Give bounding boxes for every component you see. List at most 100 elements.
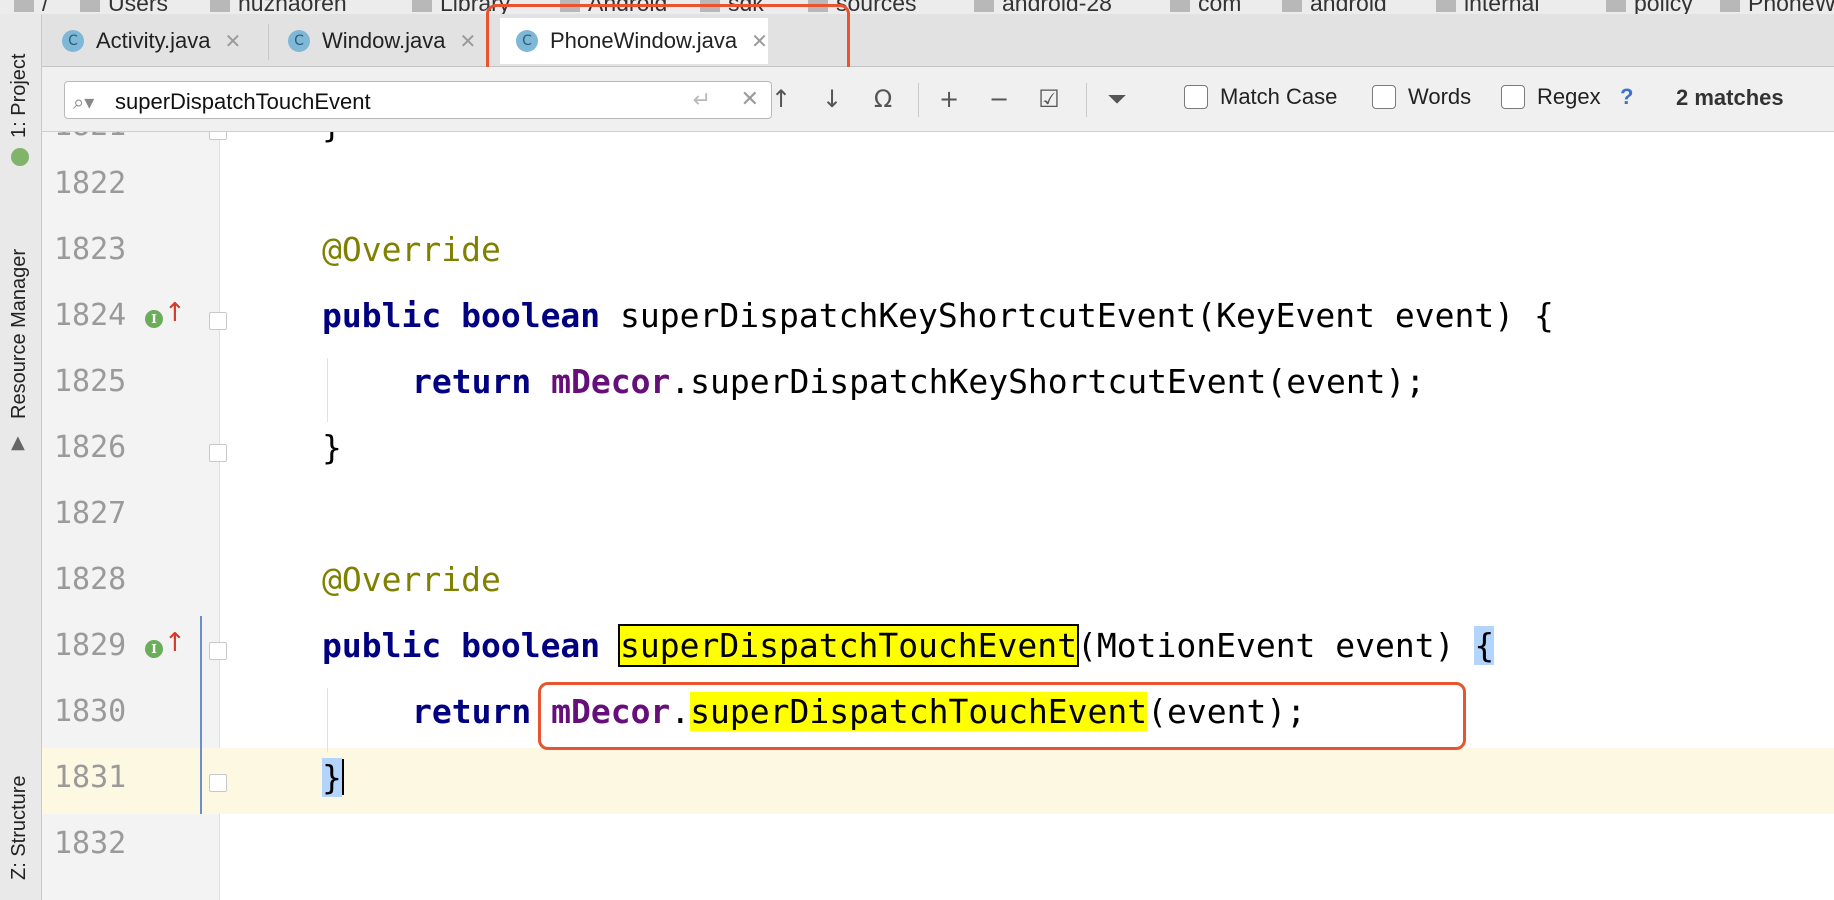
breadcrumb-item-root[interactable]: / [14,0,48,14]
breadcrumb-item-users[interactable]: Users [80,0,168,14]
line-number: 1821 [54,132,126,143]
code-line-1824: public boolean superDispatchKeyShortcutE… [322,296,1554,335]
fold-marker[interactable] [209,312,227,330]
class-icon [1720,0,1740,12]
code-line-1831: } [322,758,344,797]
breadcrumb-item-android-pkg[interactable]: android [1282,0,1387,14]
code-line-1828: @Override [322,560,501,599]
resource-manager-tool-button[interactable]: Resource Manager [8,249,31,419]
matched-brace: } [322,758,342,797]
code-editor[interactable]: 1821 1822 1823 1824 1825 1826 1827 1828 … [42,132,1834,900]
keyword: boolean [461,296,601,335]
code-line-1823: @Override [322,230,501,269]
breadcrumb-item-policy[interactable]: policy [1606,0,1693,14]
close-icon[interactable]: ✕ [460,29,477,53]
code-line-1829: public boolean superDispatchTouchEvent(M… [322,624,1495,667]
close-icon[interactable]: ✕ [225,29,242,53]
clear-icon[interactable]: ✕ [741,87,759,112]
line-number: 1823 [54,232,127,267]
implements-icon[interactable]: I [145,640,163,658]
regex-label: Regex [1537,84,1601,109]
field-reference: mDecor [551,362,671,401]
filter-icon[interactable]: ⏷ [1100,82,1134,116]
folder-icon [1282,0,1302,12]
folder-icon [210,0,230,12]
select-all-occurrences-button[interactable]: Ω [866,82,900,116]
add-occurrence-button[interactable]: + [932,82,966,116]
keyword: return [412,692,532,731]
code-text: superDispatchKeyShortcutEvent(KeyEvent e… [600,296,1554,335]
tab-divider [268,24,269,60]
android-icon [11,148,29,166]
breadcrumb-item-phonewindow[interactable]: PhoneWindow [1720,0,1834,14]
tab-label: Window.java [322,28,446,53]
text-caret [341,759,344,795]
folder-icon [14,0,34,12]
tab-activity-java[interactable]: C Activity.java ✕ [56,18,274,64]
override-arrow-icon[interactable]: ↑ [164,628,186,658]
indent-guide [327,688,328,752]
breadcrumb-item-com[interactable]: com [1170,0,1241,14]
code-line-1826: } [322,428,342,467]
keyword: return [412,362,532,401]
previous-occurrence-button[interactable]: ↑ [764,82,798,116]
breadcrumb: / Users huzhaoren Library Android sdk so… [0,0,1834,15]
regex-checkbox[interactable]: Regex [1501,84,1601,110]
override-arrow-icon[interactable]: ↑ [164,298,186,328]
keyword: public [322,626,442,665]
folder-icon [1170,0,1190,12]
tab-label: Activity.java [96,28,211,53]
code-line: } [322,132,342,145]
fold-marker[interactable] [209,642,227,660]
regex-help-link[interactable]: ? [1620,84,1633,110]
line-number: 1826 [54,430,127,465]
words-label: Words [1408,84,1472,109]
select-all-toggle-button[interactable]: ☑ [1032,82,1066,116]
next-occurrence-button[interactable]: ↓ [815,82,849,116]
class-icon: C [62,30,84,52]
search-icon[interactable]: ⌕▾ [73,90,94,114]
folder-icon [412,0,432,12]
folder-icon [1436,0,1456,12]
words-checkbox[interactable]: Words [1372,84,1471,110]
highlight-annotation-tab [486,4,850,76]
keyword: public [322,296,442,335]
tab-window-java[interactable]: C Window.java ✕ [288,18,518,64]
folder-icon [974,0,994,12]
structure-tool-button[interactable]: Z: Structure [8,776,31,880]
new-line-icon[interactable]: ↵ [693,88,711,113]
folder-icon [80,0,100,12]
search-match-current: superDispatchTouchEvent [618,624,1080,667]
checkbox-icon [1501,85,1525,109]
line-number: 1822 [54,166,127,201]
match-count: 2 matches [1676,85,1784,110]
breadcrumb-item-android-28[interactable]: android-28 [974,0,1112,14]
matched-brace: { [1474,626,1495,665]
match-case-checkbox[interactable]: Match Case [1184,84,1337,110]
project-tool-button[interactable]: 1: Project [8,54,31,138]
checkbox-icon [1184,85,1208,109]
annotation-text: @Override [322,560,501,599]
toolbar-divider [918,83,919,117]
match-case-label: Match Case [1220,84,1338,109]
resource-manager-icon: ▲ [11,432,25,453]
annotation-text: @Override [322,230,501,269]
fold-marker[interactable] [209,132,227,140]
line-number: 1827 [54,496,127,531]
editor-tabs: C Activity.java ✕ C Window.java ✕ C Phon… [42,14,1834,67]
search-field-container: ⌕▾ superDispatchTouchEvent ↵ ✕ [64,81,772,119]
checkbox-icon [1372,85,1396,109]
implements-icon[interactable]: I [145,310,163,328]
line-number: 1824 [54,298,127,333]
breadcrumb-item-internal[interactable]: internal [1436,0,1539,14]
class-icon: C [288,30,310,52]
search-input[interactable]: superDispatchTouchEvent [115,89,371,115]
line-number: 1832 [54,826,127,861]
fold-marker[interactable] [209,774,227,792]
vcs-change-marker [200,616,202,814]
remove-occurrence-button[interactable]: − [982,82,1016,116]
line-number: 1830 [54,694,127,729]
keyword: boolean [461,626,601,665]
fold-marker[interactable] [209,444,227,462]
breadcrumb-item-home[interactable]: huzhaoren [210,0,347,14]
